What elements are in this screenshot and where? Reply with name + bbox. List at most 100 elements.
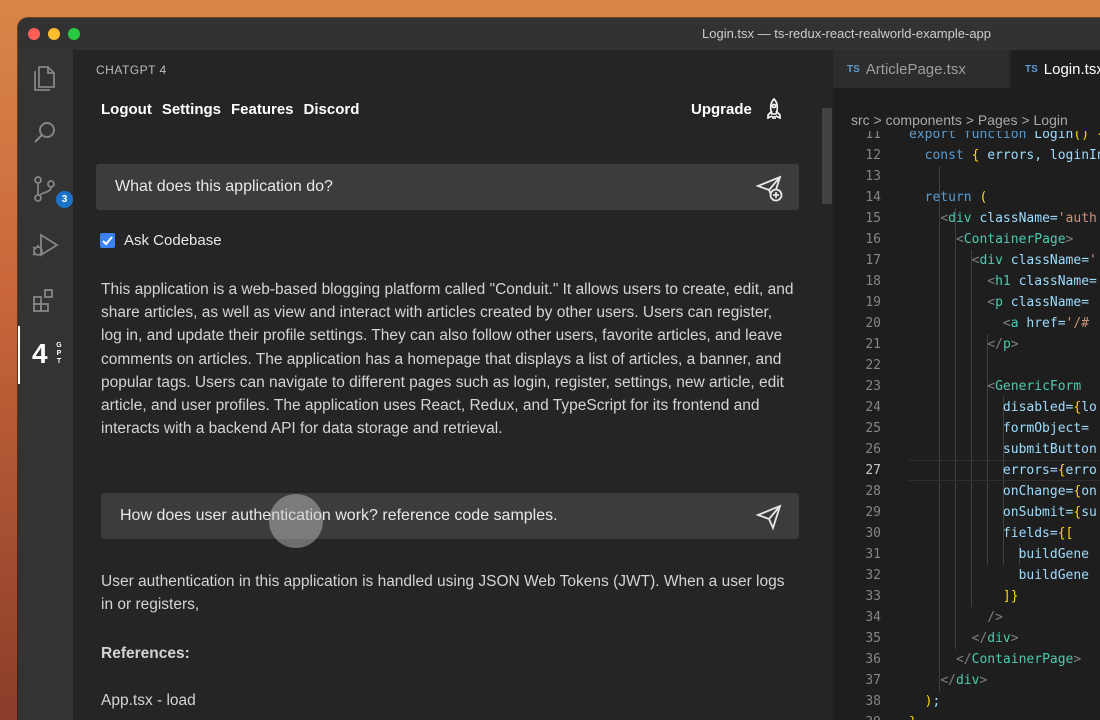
typescript-icon: TS bbox=[1025, 63, 1038, 75]
code-line[interactable]: 26 submitButton bbox=[833, 439, 1100, 460]
code-line[interactable]: 36 </ContainerPage> bbox=[833, 649, 1100, 670]
ask-codebase-label: Ask Codebase bbox=[124, 232, 222, 249]
answer-text-1: This application is a web-based blogging… bbox=[101, 281, 794, 438]
line-number: 29 bbox=[865, 505, 881, 520]
code-line[interactable]: 13 bbox=[833, 166, 1100, 187]
code-text: </ContainerPage> bbox=[955, 652, 1082, 667]
line-number: 30 bbox=[865, 526, 881, 541]
minimize-window-button[interactable] bbox=[48, 28, 60, 40]
reference-item[interactable]: App.tsx - load bbox=[101, 692, 196, 710]
features-link[interactable]: Features bbox=[231, 101, 294, 118]
panel-scrollbar[interactable] bbox=[822, 108, 832, 204]
gpt-logo-number: 4 bbox=[32, 338, 48, 369]
gpt-extension-icon[interactable]: 4 G P T bbox=[18, 326, 73, 384]
activity-bar: 3 4 G P T bbox=[18, 50, 73, 720]
run-debug-icon[interactable] bbox=[30, 230, 60, 260]
code-line[interactable]: 20 <a href='/# bbox=[833, 313, 1100, 334]
code-lines[interactable]: 11 export function Login() {12 const { er… bbox=[833, 131, 1100, 720]
query-box-1[interactable]: What does this application do? bbox=[96, 164, 799, 210]
code-text: } bbox=[909, 712, 917, 720]
code-text: formObject= bbox=[909, 421, 1090, 436]
line-number: 22 bbox=[865, 358, 881, 373]
code-text: </div> bbox=[971, 631, 1019, 646]
code-editor: TS ArticlePage.tsx TS Login.tsx src > co… bbox=[833, 50, 1100, 720]
ask-codebase-row[interactable]: Ask Codebase bbox=[100, 232, 222, 249]
line-number: 37 bbox=[865, 673, 881, 688]
panel-title: CHATGPT 4 bbox=[96, 63, 167, 77]
code-text: ); bbox=[924, 694, 941, 709]
code-text: onSubmit={su bbox=[909, 505, 1097, 520]
code-text: /> bbox=[987, 610, 1003, 625]
line-number: 36 bbox=[865, 652, 881, 667]
query-text-1: What does this application do? bbox=[115, 178, 333, 195]
ask-codebase-checkbox[interactable] bbox=[100, 233, 115, 248]
panel-nav: Logout Settings Features Discord bbox=[101, 101, 359, 118]
breadcrumb[interactable]: src > components > Pages > Login bbox=[851, 112, 1068, 128]
code-line[interactable]: 14 return ( bbox=[833, 187, 1100, 208]
query-box-2[interactable]: How does user authentication work? refer… bbox=[101, 493, 799, 539]
title-bar: Login.tsx — ts-redux-react-realworld-exa… bbox=[18, 18, 1100, 50]
zoom-window-button[interactable] bbox=[68, 28, 80, 40]
line-number: 35 bbox=[865, 631, 881, 646]
code-text: ]} bbox=[1002, 589, 1019, 604]
line-number: 11 bbox=[865, 131, 881, 142]
line-number: 20 bbox=[865, 316, 881, 331]
gpt-logo-letters: G P T bbox=[56, 342, 62, 365]
code-text: return ( bbox=[924, 190, 988, 205]
code-line[interactable]: 19 <p className= bbox=[833, 292, 1100, 313]
code-text: fields={[ bbox=[909, 526, 1074, 541]
code-line[interactable]: 31 buildGene bbox=[833, 544, 1100, 565]
send-icon[interactable] bbox=[755, 503, 783, 531]
code-line[interactable]: 29 onSubmit={su bbox=[833, 502, 1100, 523]
extensions-icon[interactable] bbox=[30, 286, 60, 316]
code-line[interactable]: 37 </div> bbox=[833, 670, 1100, 691]
upgrade-link[interactable]: Upgrade bbox=[691, 101, 752, 118]
code-line[interactable]: 38 ); bbox=[833, 691, 1100, 712]
files-icon[interactable] bbox=[30, 62, 60, 92]
tab-login[interactable]: TS Login.tsx bbox=[1011, 50, 1100, 88]
typescript-icon: TS bbox=[847, 63, 860, 75]
code-line[interactable]: 34 /> bbox=[833, 607, 1100, 628]
code-line[interactable]: 23 <GenericForm bbox=[833, 376, 1100, 397]
code-text: <GenericForm bbox=[987, 379, 1082, 394]
code-line[interactable]: 22 bbox=[833, 355, 1100, 376]
logout-link[interactable]: Logout bbox=[101, 101, 152, 118]
code-line[interactable]: 28 onChange={on bbox=[833, 481, 1100, 502]
send-add-icon[interactable] bbox=[755, 174, 783, 202]
code-line[interactable]: 16 <ContainerPage> bbox=[833, 229, 1100, 250]
line-number: 32 bbox=[865, 568, 881, 583]
code-text: <a href='/# bbox=[1002, 316, 1090, 331]
close-window-button[interactable] bbox=[28, 28, 40, 40]
discord-link[interactable]: Discord bbox=[304, 101, 360, 118]
code-line[interactable]: 24 disabled={lo bbox=[833, 397, 1100, 418]
line-number: 34 bbox=[865, 610, 881, 625]
code-line[interactable]: 11 export function Login() { bbox=[833, 131, 1100, 145]
code-text: buildGene bbox=[909, 568, 1090, 583]
code-line[interactable]: 30 fields={[ bbox=[833, 523, 1100, 544]
line-number: 18 bbox=[865, 274, 881, 289]
code-text: </div> bbox=[940, 673, 988, 688]
code-line[interactable]: 12 const { errors, loginIn bbox=[833, 145, 1100, 166]
code-line[interactable]: 25 formObject= bbox=[833, 418, 1100, 439]
rocket-icon[interactable] bbox=[763, 97, 785, 121]
code-line[interactable]: 15 <div className='auth bbox=[833, 208, 1100, 229]
line-number: 23 bbox=[865, 379, 881, 394]
line-number: 17 bbox=[865, 253, 881, 268]
settings-link[interactable]: Settings bbox=[162, 101, 221, 118]
code-line[interactable]: 35 </div> bbox=[833, 628, 1100, 649]
tab-articlepage[interactable]: TS ArticlePage.tsx bbox=[833, 50, 1009, 88]
code-text: </p> bbox=[987, 337, 1019, 352]
search-icon[interactable] bbox=[30, 118, 60, 148]
line-number: 25 bbox=[865, 421, 881, 436]
code-line[interactable]: 17 <div className=' bbox=[833, 250, 1100, 271]
code-line[interactable]: 32 buildGene bbox=[833, 565, 1100, 586]
source-control-icon[interactable]: 3 bbox=[30, 174, 73, 208]
code-line[interactable]: 27 errors={erro bbox=[833, 460, 1100, 481]
vscode-window: Login.tsx — ts-redux-react-realworld-exa… bbox=[18, 18, 1100, 720]
code-line[interactable]: 33 ]} bbox=[833, 586, 1100, 607]
window-title: Login.tsx — ts-redux-react-realworld-exa… bbox=[702, 26, 992, 41]
code-line[interactable]: 18 <h1 className= bbox=[833, 271, 1100, 292]
source-control-badge: 3 bbox=[56, 191, 73, 208]
code-line[interactable]: 39} bbox=[833, 712, 1100, 720]
code-line[interactable]: 21 </p> bbox=[833, 334, 1100, 355]
